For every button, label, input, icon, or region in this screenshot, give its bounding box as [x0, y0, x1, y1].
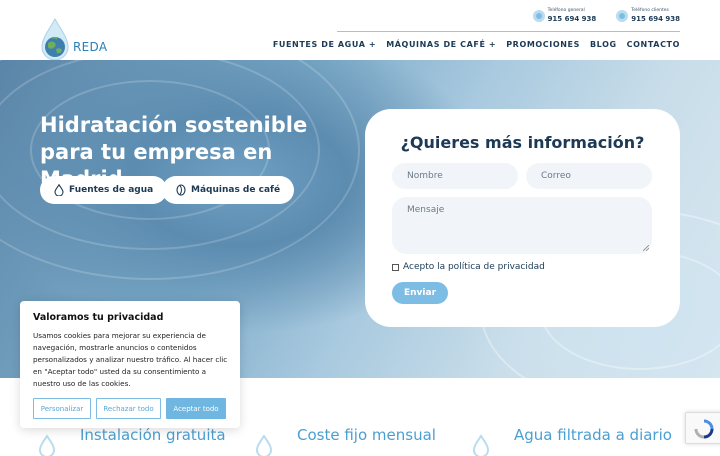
cookie-reject-button[interactable]: Rechazar todo [96, 398, 161, 419]
phone-clients[interactable]: Teléfono clientes 915 694 938 [616, 8, 680, 23]
coffee-bean-icon [176, 184, 186, 196]
water-drop-icon [54, 184, 64, 196]
phone-number: 915 694 938 [631, 14, 680, 23]
privacy-checkbox[interactable] [392, 263, 399, 271]
form-title: ¿Quieres más información? [400, 133, 645, 152]
feature-drop-icon [38, 434, 56, 456]
name-placeholder: Nombre [407, 171, 443, 181]
nav-contacto[interactable]: CONTACTO [627, 40, 680, 49]
phone-label: Teléfono general [547, 8, 585, 13]
name-field[interactable]: Nombre [392, 163, 518, 189]
message-field[interactable]: Mensaje [392, 197, 652, 254]
main-nav: FUENTES DE AGUA + MÁQUINAS DE CAFÉ + PRO… [273, 40, 680, 49]
submit-button[interactable]: Enviar [392, 282, 448, 304]
globe-drop-icon [41, 18, 69, 61]
brand-logo[interactable]: REDA [38, 18, 118, 64]
info-form-card: ¿Quieres más información? Nombre Correo … [365, 109, 680, 327]
phone-label: Teléfono clientes [631, 8, 669, 13]
email-placeholder: Correo [541, 171, 571, 181]
recaptcha-badge[interactable] [685, 412, 720, 444]
phone-icon [532, 9, 545, 22]
phone-number: 915 694 938 [547, 14, 597, 23]
coffee-machines-button[interactable]: Máquinas de café [162, 176, 295, 204]
contact-phones: Teléfono general 915 694 938 Teléfono cl… [532, 8, 680, 23]
nav-fuentes-de-agua[interactable]: FUENTES DE AGUA + [273, 40, 376, 49]
resize-handle-icon[interactable] [643, 245, 649, 251]
email-field[interactable]: Correo [526, 163, 652, 189]
cookie-customize-button[interactable]: Personalizar [33, 398, 91, 419]
cookie-banner: Valoramos tu privacidad Usamos cookies p… [20, 301, 240, 428]
site-header: REDA Teléfono general 915 694 938 Teléfo… [0, 0, 720, 61]
nav-promociones[interactable]: PROMOCIONES [506, 40, 580, 49]
feature-fixed-monthly-cost: Coste fijo mensual [297, 426, 436, 444]
feature-drop-icon [255, 434, 273, 456]
phone-icon [616, 9, 629, 22]
cookie-title: Valoramos tu privacidad [33, 312, 164, 323]
cookie-text: Usamos cookies para mejorar su experienc… [33, 331, 228, 388]
message-placeholder: Mensaje [407, 205, 445, 215]
coffee-machines-label: Máquinas de café [191, 185, 281, 195]
feature-free-installation: Instalación gratuita [80, 426, 226, 444]
water-fountains-label: Fuentes de agua [69, 185, 154, 195]
phone-general[interactable]: Teléfono general 915 694 938 [532, 8, 597, 23]
feature-daily-filtered-water: Agua filtrada a diario [514, 426, 672, 444]
nav-blog[interactable]: BLOG [590, 40, 617, 49]
header-divider [337, 31, 680, 32]
nav-maquinas-de-cafe[interactable]: MÁQUINAS DE CAFÉ + [386, 40, 496, 49]
privacy-consent: Acepto la política de privacidad [392, 262, 545, 272]
feature-drop-icon [472, 434, 490, 456]
recaptcha-icon [694, 419, 714, 439]
cookie-accept-button[interactable]: Aceptar todo [166, 398, 226, 419]
privacy-label: Acepto la política de privacidad [403, 262, 545, 272]
brand-name: REDA [73, 40, 108, 54]
water-fountains-button[interactable]: Fuentes de agua [40, 176, 168, 204]
